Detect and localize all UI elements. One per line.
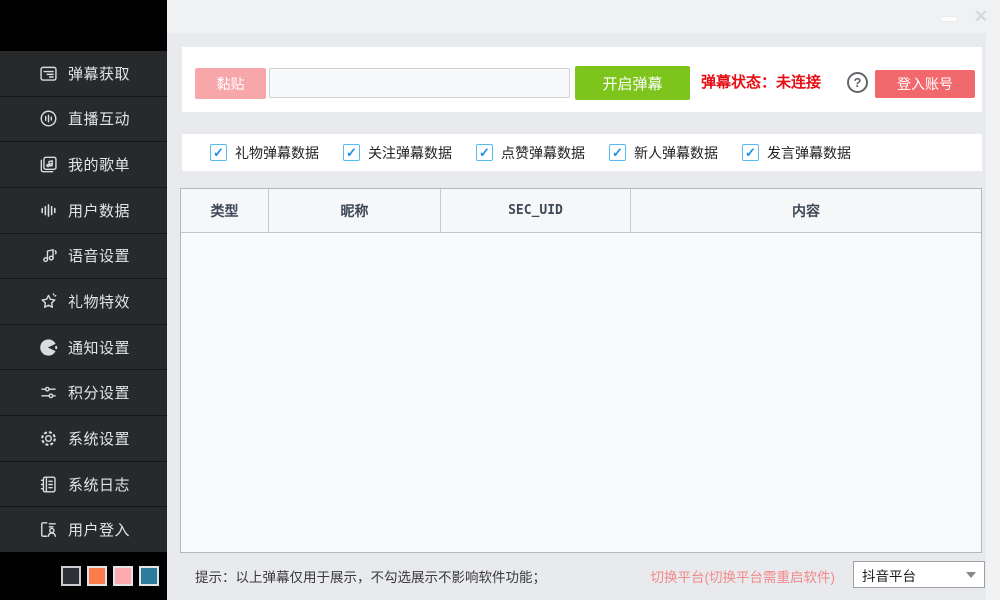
close-icon: ✕ xyxy=(974,7,988,27)
theme-swatch-bar xyxy=(0,552,167,600)
titlebar xyxy=(167,0,1000,33)
sidebar-item-my-playlist[interactable]: 我的歌单 xyxy=(0,141,167,187)
gear-icon xyxy=(38,428,59,449)
filter-label: 关注弹幕数据 xyxy=(368,143,452,163)
switch-platform-link[interactable]: 切换平台(切换平台需重启软件) xyxy=(635,566,835,586)
sidebar-item-label: 通知设置 xyxy=(68,337,130,358)
close-button[interactable]: ✕ xyxy=(967,4,995,30)
sidebar-item-label: 语音设置 xyxy=(68,245,130,266)
equalizer-bars-icon xyxy=(38,200,59,221)
filter-newcomer-danmaku[interactable]: ✓ 新人弹幕数据 xyxy=(609,143,718,163)
sidebar-header-space xyxy=(0,0,167,51)
checkbox-checked-icon[interactable]: ✓ xyxy=(476,144,493,161)
footer-hint-text: 提示：以上弹幕仅用于展示，不勾选展示不影响软件功能； xyxy=(195,566,546,586)
sidebar-item-user-login[interactable]: 用户登入 xyxy=(0,506,167,552)
notebook-icon xyxy=(38,474,59,495)
column-header-nickname: 昵称 xyxy=(269,189,441,232)
sidebar-item-live-interaction[interactable]: 直播互动 xyxy=(0,96,167,142)
sliders-icon xyxy=(38,382,59,403)
column-header-content: 内容 xyxy=(631,189,981,232)
sidebar-item-system-settings[interactable]: 系统设置 xyxy=(0,415,167,461)
sidebar-item-system-log[interactable]: 系统日志 xyxy=(0,461,167,507)
sidebar-item-label: 直播互动 xyxy=(68,108,130,129)
filter-like-danmaku[interactable]: ✓ 点赞弹幕数据 xyxy=(476,143,585,163)
minimize-button[interactable] xyxy=(936,8,962,30)
filter-bar: ✓ 礼物弹幕数据 ✓ 关注弹幕数据 ✓ 点赞弹幕数据 ✓ 新人弹幕数据 ✓ 发言… xyxy=(182,134,982,171)
sidebar-menu: 弹幕获取 直播互动 我的歌单 用户数据 语音设置 xyxy=(0,51,167,552)
sidebar-item-gift-effects[interactable]: 礼物特效 xyxy=(0,278,167,324)
sidebar-item-label: 我的歌单 xyxy=(68,154,130,175)
platform-selected-value: 抖音平台 xyxy=(862,565,966,585)
sidebar-item-voice-settings[interactable]: 语音设置 xyxy=(0,233,167,279)
filter-chat-danmaku[interactable]: ✓ 发言弹幕数据 xyxy=(742,143,851,163)
filter-label: 发言弹幕数据 xyxy=(767,143,851,163)
danmaku-list-icon xyxy=(38,63,59,84)
minimize-icon xyxy=(941,17,957,21)
help-button[interactable]: ? xyxy=(847,72,868,93)
sidebar-item-label: 系统日志 xyxy=(68,474,130,495)
checkbox-checked-icon[interactable]: ✓ xyxy=(609,144,626,161)
danmaku-status-text: 弹幕状态：未连接 xyxy=(701,71,821,92)
filter-follow-danmaku[interactable]: ✓ 关注弹幕数据 xyxy=(343,143,452,163)
column-header-sec-uid: SEC_UID xyxy=(441,189,631,232)
filter-label: 礼物弹幕数据 xyxy=(235,143,319,163)
playlist-icon xyxy=(38,154,59,175)
toolbar-panel: 黏贴 开启弹幕 弹幕状态：未连接 ? 登入账号 xyxy=(182,47,982,112)
start-danmaku-button[interactable]: 开启弹幕 xyxy=(575,66,690,100)
filter-gift-danmaku[interactable]: ✓ 礼物弹幕数据 xyxy=(210,143,319,163)
window-right-edge xyxy=(986,33,1000,600)
sidebar-item-danmaku-fetch[interactable]: 弹幕获取 xyxy=(0,51,167,96)
sidebar-item-label: 弹幕获取 xyxy=(68,63,130,84)
column-header-type: 类型 xyxy=(181,189,269,232)
sidebar-item-label: 积分设置 xyxy=(68,382,130,403)
login-account-button[interactable]: 登入账号 xyxy=(875,70,975,98)
sidebar-item-label: 系统设置 xyxy=(68,428,130,449)
table-body-empty xyxy=(181,233,981,552)
filter-label: 点赞弹幕数据 xyxy=(501,143,585,163)
paste-button[interactable]: 黏贴 xyxy=(195,68,266,99)
user-login-icon xyxy=(38,519,59,540)
sidebar-item-notification-settings[interactable]: 通知设置 xyxy=(0,324,167,370)
sidebar-item-label: 用户登入 xyxy=(68,519,130,540)
music-note-icon xyxy=(38,245,59,266)
theme-swatch-dark[interactable] xyxy=(61,566,81,586)
sidebar: 弹幕获取 直播互动 我的歌单 用户数据 语音设置 xyxy=(0,0,167,600)
platform-select[interactable]: 抖音平台 xyxy=(853,561,985,588)
checkbox-checked-icon[interactable]: ✓ xyxy=(343,144,360,161)
theme-swatch-pink[interactable] xyxy=(113,566,133,586)
speaker-pacman-icon xyxy=(38,337,59,358)
star-icon xyxy=(38,291,59,312)
question-mark-icon: ? xyxy=(854,75,862,90)
sidebar-item-points-settings[interactable]: 积分设置 xyxy=(0,369,167,415)
table-header-row: 类型 昵称 SEC_UID 内容 xyxy=(181,189,981,233)
room-url-input[interactable] xyxy=(269,68,570,98)
sidebar-item-user-data[interactable]: 用户数据 xyxy=(0,187,167,233)
filter-label: 新人弹幕数据 xyxy=(634,143,718,163)
checkbox-checked-icon[interactable]: ✓ xyxy=(742,144,759,161)
sidebar-item-label: 礼物特效 xyxy=(68,291,130,312)
danmaku-table: 类型 昵称 SEC_UID 内容 xyxy=(180,188,982,553)
live-interaction-icon xyxy=(38,108,59,129)
sidebar-item-label: 用户数据 xyxy=(68,200,130,221)
checkbox-checked-icon[interactable]: ✓ xyxy=(210,144,227,161)
dropdown-caret-icon xyxy=(966,572,976,578)
theme-swatch-teal[interactable] xyxy=(139,566,159,586)
theme-swatch-orange[interactable] xyxy=(87,566,107,586)
